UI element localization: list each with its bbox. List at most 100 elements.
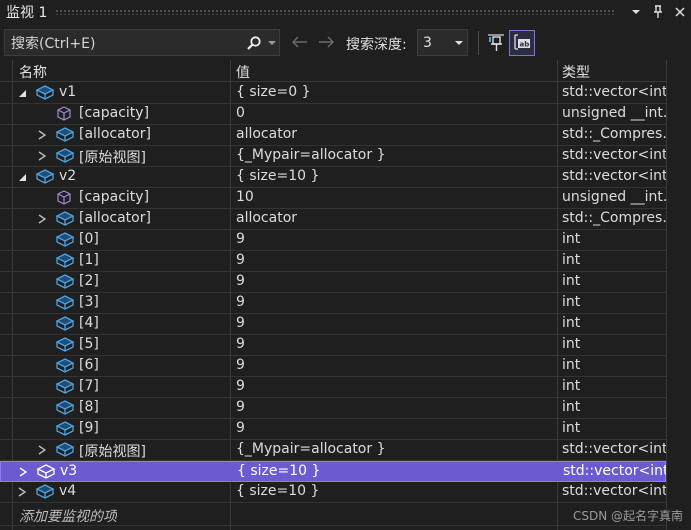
- row-name[interactable]: v2: [59, 168, 229, 184]
- collapse-triangle-icon[interactable]: [16, 86, 28, 100]
- row-name[interactable]: [0]: [79, 231, 229, 247]
- pin-icon[interactable]: [647, 1, 669, 23]
- watch-row[interactable]: v3 { size=10 } std::vector<int...: [0, 461, 667, 482]
- row-name[interactable]: v4: [59, 483, 229, 499]
- grid-header: 名称 值 类型: [0, 60, 691, 82]
- row-value[interactable]: { size=10 }: [236, 168, 554, 184]
- search-box[interactable]: 搜索(Ctrl+E): [4, 29, 280, 56]
- row-name[interactable]: [3]: [79, 294, 229, 310]
- watch-row[interactable]: [0] 9 int: [0, 230, 666, 251]
- watch-row[interactable]: v1 { size=0 } std::vector<int...: [0, 83, 666, 104]
- row-value[interactable]: 9: [236, 231, 554, 247]
- row-value[interactable]: 9: [236, 378, 554, 394]
- row-name[interactable]: [4]: [79, 315, 229, 331]
- search-icon[interactable]: [243, 32, 265, 54]
- variable-icon: [36, 463, 56, 481]
- variable-icon: [55, 210, 75, 228]
- row-type: std::vector<int...: [562, 84, 666, 100]
- row-value[interactable]: 9: [236, 420, 554, 436]
- row-value[interactable]: 0: [236, 105, 554, 121]
- pin-source-icon[interactable]: [485, 31, 507, 55]
- row-value[interactable]: 10: [236, 189, 554, 205]
- row-value[interactable]: allocator: [236, 210, 554, 226]
- watch-row[interactable]: [9] 9 int: [0, 419, 666, 440]
- expand-triangle-icon[interactable]: [36, 128, 48, 142]
- watch-row[interactable]: [1] 9 int: [0, 251, 666, 272]
- watch-row[interactable]: [原始视图] {_Mypair=allocator } std::vector<in…: [0, 440, 666, 461]
- expand-triangle-icon[interactable]: [36, 149, 48, 163]
- row-name[interactable]: [1]: [79, 252, 229, 268]
- add-watch-input[interactable]: 添加要监视的项: [19, 506, 117, 526]
- watch-row[interactable]: [5] 9 int: [0, 335, 666, 356]
- variable-icon: [55, 252, 75, 270]
- row-value[interactable]: 9: [236, 294, 554, 310]
- watch-row[interactable]: [allocator] allocator std::_Compres...: [0, 125, 666, 146]
- variable-icon: [55, 147, 75, 165]
- watch-row[interactable]: [7] 9 int: [0, 377, 666, 398]
- row-value[interactable]: 9: [236, 336, 554, 352]
- chevron-down-icon[interactable]: [625, 1, 647, 23]
- row-name[interactable]: [allocator]: [79, 126, 229, 142]
- variable-icon: [35, 168, 55, 186]
- watch-row[interactable]: v2 { size=10 } std::vector<int...: [0, 167, 666, 188]
- watch-row[interactable]: [4] 9 int: [0, 314, 666, 335]
- row-value[interactable]: { size=10 }: [237, 463, 555, 479]
- vertical-scrollbar[interactable]: [666, 60, 691, 530]
- search-depth-select[interactable]: 3: [417, 29, 468, 56]
- watch-row[interactable]: [6] 9 int: [0, 356, 666, 377]
- watch-row[interactable]: [capacity] 0 unsigned __int...: [0, 104, 666, 125]
- row-name[interactable]: [5]: [79, 336, 229, 352]
- row-name[interactable]: v3: [60, 463, 230, 479]
- row-type: int: [562, 420, 581, 436]
- watch-row[interactable]: [原始视图] {_Mypair=allocator } std::vector<in…: [0, 146, 666, 167]
- add-watch-row[interactable]: 添加要监视的项: [0, 505, 666, 526]
- row-value[interactable]: {_Mypair=allocator }: [236, 441, 554, 457]
- row-name[interactable]: [7]: [79, 378, 229, 394]
- arrow-right-icon[interactable]: [316, 32, 336, 52]
- arrow-left-icon[interactable]: [290, 32, 310, 52]
- collapse-triangle-icon[interactable]: [16, 170, 28, 184]
- watch-row[interactable]: [3] 9 int: [0, 293, 666, 314]
- expand-triangle-icon[interactable]: [36, 443, 48, 457]
- column-header-type[interactable]: 类型: [562, 62, 590, 82]
- watch-row[interactable]: [capacity] 10 unsigned __int...: [0, 188, 666, 209]
- row-value[interactable]: { size=0 }: [236, 84, 554, 100]
- variable-icon: [35, 483, 55, 501]
- row-name[interactable]: [6]: [79, 357, 229, 373]
- variable-icon: [35, 84, 55, 102]
- row-value[interactable]: { size=10 }: [236, 483, 554, 499]
- property-icon: [55, 189, 75, 207]
- column-header-name[interactable]: 名称: [19, 62, 47, 82]
- row-value[interactable]: 9: [236, 357, 554, 373]
- expand-triangle-icon[interactable]: [16, 485, 28, 499]
- close-icon[interactable]: [669, 1, 691, 23]
- row-value[interactable]: 9: [236, 399, 554, 415]
- row-name[interactable]: [8]: [79, 399, 229, 415]
- row-name[interactable]: [原始视图]: [79, 147, 229, 167]
- row-value[interactable]: 9: [236, 252, 554, 268]
- watch-row[interactable]: [allocator] allocator std::_Compres...: [0, 209, 666, 230]
- expand-triangle-icon[interactable]: [17, 465, 29, 479]
- variable-icon: [55, 357, 75, 375]
- row-value[interactable]: allocator: [236, 126, 554, 142]
- row-name[interactable]: [9]: [79, 420, 229, 436]
- row-name[interactable]: [capacity]: [79, 189, 229, 205]
- watch-row[interactable]: [8] 9 int: [0, 398, 666, 419]
- row-name[interactable]: [原始视图]: [79, 441, 229, 461]
- row-name[interactable]: [2]: [79, 273, 229, 289]
- watch-row[interactable]: [2] 9 int: [0, 272, 666, 293]
- row-name[interactable]: v1: [59, 84, 229, 100]
- search-input[interactable]: 搜索(Ctrl+E): [5, 33, 243, 53]
- drag-grip[interactable]: [55, 9, 615, 15]
- row-value[interactable]: {_Mypair=allocator }: [236, 147, 554, 163]
- row-value[interactable]: 9: [236, 315, 554, 331]
- watch-row[interactable]: v4 { size=10 } std::vector<int...: [0, 482, 666, 503]
- row-value[interactable]: 9: [236, 273, 554, 289]
- hex-display-toggle-icon[interactable]: ab: [509, 30, 535, 56]
- expand-triangle-icon[interactable]: [36, 212, 48, 226]
- row-name[interactable]: [allocator]: [79, 210, 229, 226]
- row-name[interactable]: [capacity]: [79, 105, 229, 121]
- row-type: int: [562, 399, 581, 415]
- column-header-value[interactable]: 值: [236, 62, 250, 82]
- search-options-chevron-icon[interactable]: [265, 32, 279, 54]
